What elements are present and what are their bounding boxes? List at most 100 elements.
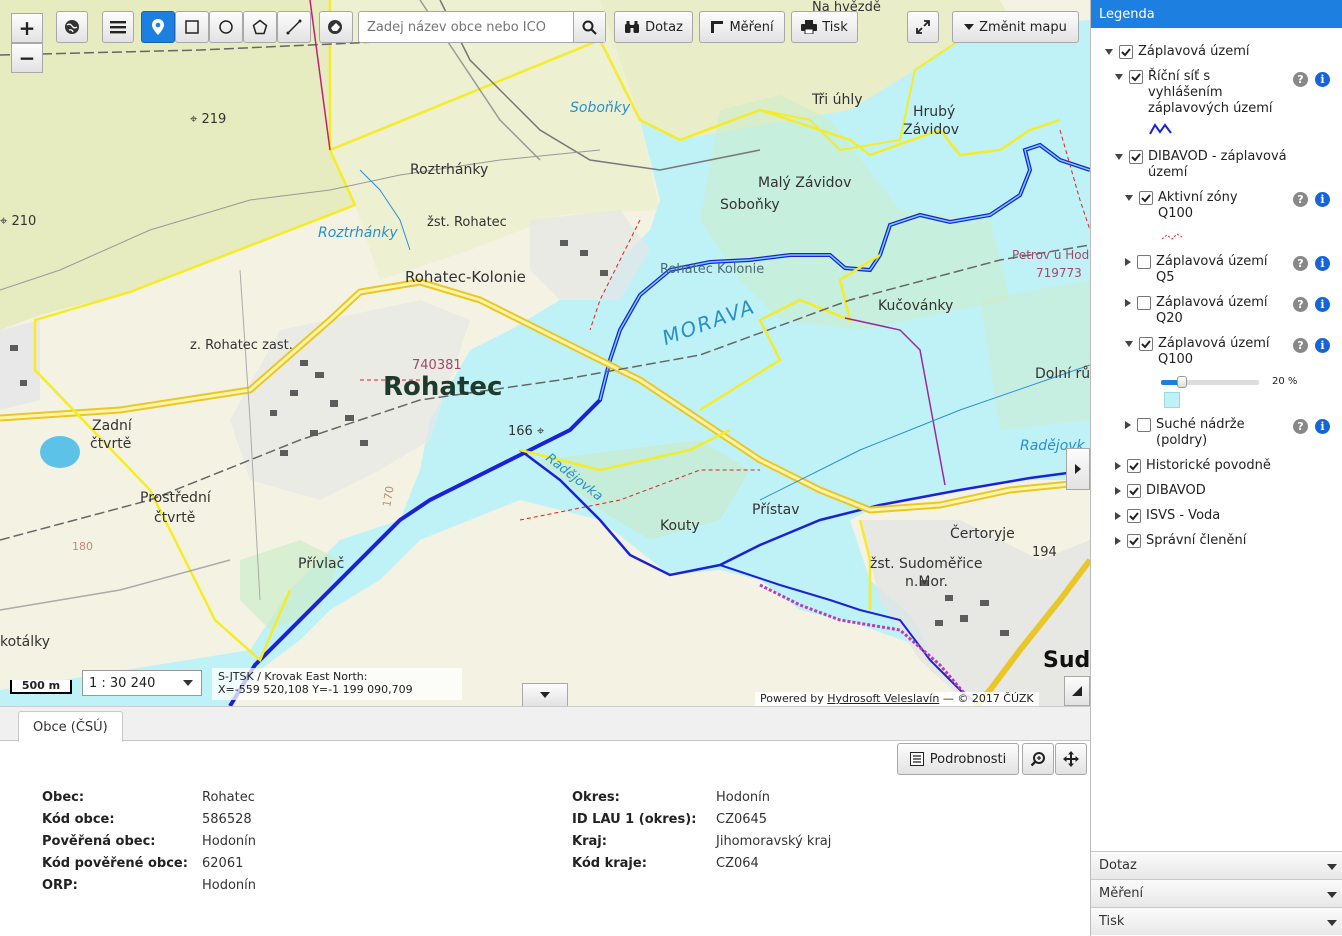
rectangle-tool-button[interactable] <box>175 11 209 43</box>
checkbox[interactable] <box>1137 296 1151 310</box>
help-icon[interactable]: ? <box>1293 297 1308 312</box>
checkbox[interactable] <box>1127 534 1141 548</box>
legend-item-ricni-sit[interactable]: Říční síť s vyhlášením záplavových území <box>1115 69 1285 117</box>
legend-toggle-button[interactable] <box>1066 448 1090 490</box>
help-icon[interactable]: ? <box>1293 72 1308 87</box>
opacity-slider-handle[interactable] <box>1177 376 1187 388</box>
polygon-tool-button[interactable] <box>243 11 277 43</box>
circle-tool-button[interactable] <box>209 11 243 43</box>
info-value: Hodonín <box>716 790 771 805</box>
accordion-label: Dotaz <box>1099 858 1137 873</box>
check-icon <box>1121 48 1131 57</box>
app: Na hvězdě ⌖ 219 ⌖ 210 Soboňky Tři úhly H… <box>0 0 1342 936</box>
caret-down-icon[interactable] <box>1115 74 1123 80</box>
caret-down-icon[interactable] <box>1105 49 1113 55</box>
info-icon[interactable]: i <box>1315 192 1330 207</box>
fullscreen-button[interactable] <box>907 11 939 43</box>
search-button[interactable] <box>573 12 605 42</box>
info-value: CZ0645 <box>716 812 768 827</box>
check-icon <box>1141 194 1151 203</box>
hydrosoft-link[interactable]: Hydrosoft Veleslavín <box>827 692 939 705</box>
tab-obce[interactable]: Obce (ČSÚ) <box>18 711 123 742</box>
help-icon[interactable]: ? <box>1293 192 1308 207</box>
legend-label: Historické povodně <box>1146 458 1271 473</box>
menu-icon <box>110 21 126 34</box>
checkbox[interactable] <box>1137 255 1151 269</box>
checkbox[interactable] <box>1127 484 1141 498</box>
caret-right-icon[interactable] <box>1115 462 1121 470</box>
globe-button[interactable] <box>56 11 88 43</box>
caret-down-icon[interactable] <box>1115 154 1123 160</box>
help-icon[interactable]: ? <box>1293 419 1308 434</box>
info-icon[interactable]: i <box>1315 297 1330 312</box>
checkbox[interactable] <box>1127 509 1141 523</box>
overview-map-button[interactable] <box>1064 676 1090 706</box>
legend-item-suche-nadrze[interactable]: Suché nádrže (poldry) <box>1125 417 1285 449</box>
caret-down-icon[interactable] <box>1125 195 1133 201</box>
expand-panel-button[interactable] <box>522 683 568 706</box>
zoom-out-button[interactable]: − <box>11 43 43 73</box>
help-icon[interactable]: ? <box>1293 338 1308 353</box>
info-icon[interactable]: i <box>1315 256 1330 271</box>
scale-select[interactable]: 1 : 30 240 <box>82 670 202 696</box>
key-text: ORP <box>42 878 73 893</box>
caret-right-icon[interactable] <box>1115 537 1121 545</box>
map-viewport[interactable]: Na hvězdě ⌖ 219 ⌖ 210 Soboňky Tři úhly H… <box>0 0 1090 706</box>
powered-prefix: Powered by <box>760 692 824 705</box>
legend-item-zu-q5[interactable]: Záplavová území Q5 <box>1125 254 1285 286</box>
pan-to-feature-button[interactable] <box>1055 743 1087 775</box>
layers-menu-button[interactable] <box>102 11 134 43</box>
line-icon <box>286 19 302 35</box>
legend-item-historicke[interactable]: Historické povodně <box>1115 458 1271 474</box>
checkbox[interactable] <box>1119 45 1133 59</box>
zoom-to-feature-button[interactable] <box>1022 743 1054 775</box>
powered-suffix: — © 2017 ČÚZK <box>942 692 1034 705</box>
legend-item-dibavod[interactable]: DIBAVOD <box>1115 483 1206 499</box>
measure-button[interactable]: Měření <box>699 11 785 43</box>
checkbox[interactable] <box>1127 459 1141 473</box>
map-canvas[interactable] <box>0 0 1090 706</box>
legend-item-isvs[interactable]: ISVS - Voda <box>1115 508 1220 524</box>
legend-item-zaplavova-uzemi[interactable]: Záplavová území <box>1105 44 1249 60</box>
legend-label: DIBAVOD - záplavová území <box>1148 149 1287 180</box>
checkbox[interactable] <box>1139 191 1153 205</box>
search-input[interactable] <box>359 13 573 41</box>
caret-right-icon[interactable] <box>1125 421 1131 429</box>
accordion-tisk[interactable]: Tisk <box>1091 907 1342 935</box>
help-icon[interactable]: ? <box>1293 256 1308 271</box>
info-icon[interactable]: i <box>1315 338 1330 353</box>
print-button[interactable]: Tisk <box>791 11 858 43</box>
legend-item-aktivni-zony[interactable]: Aktivní zóny Q100 <box>1125 190 1275 222</box>
point-tool-button[interactable] <box>141 11 175 43</box>
info-icon[interactable]: i <box>1315 72 1330 87</box>
zoom-in-button[interactable]: + <box>11 13 43 43</box>
accordion-dotaz[interactable]: Dotaz <box>1091 851 1342 879</box>
caret-down-icon[interactable] <box>1125 341 1133 347</box>
legend-item-dibavod-zu[interactable]: DIBAVOD - záplavová území <box>1115 149 1315 181</box>
legend-item-zu-q100[interactable]: Záplavová území Q100 <box>1125 336 1285 368</box>
opacity-slider[interactable] <box>1161 376 1259 388</box>
key-text: ID LAU 1 (okres) <box>572 812 692 827</box>
change-map-button[interactable]: Změnit mapu <box>952 11 1079 43</box>
caret-right-icon[interactable] <box>1125 299 1131 307</box>
erase-selection-button[interactable] <box>319 11 353 43</box>
caret-right-icon[interactable] <box>1125 258 1131 266</box>
line-tool-button[interactable] <box>277 11 311 43</box>
caret-right-icon[interactable] <box>1115 512 1121 520</box>
checkbox[interactable] <box>1129 150 1143 164</box>
checkbox[interactable] <box>1139 337 1153 351</box>
details-button[interactable]: Podrobnosti <box>897 743 1019 775</box>
checkbox[interactable] <box>1129 70 1143 84</box>
checkbox[interactable] <box>1137 418 1151 432</box>
info-icon[interactable]: i <box>1315 419 1330 434</box>
legend-item-spravni[interactable]: Správní členění <box>1115 533 1246 549</box>
info-key: Kód pověřené obce: <box>42 856 188 871</box>
chevron-down-icon <box>1327 864 1337 870</box>
legend-item-zu-q20[interactable]: Záplavová území Q20 <box>1125 295 1285 327</box>
legend-label: Záplavová území Q20 <box>1156 295 1268 326</box>
info-key: Pověřená obec: <box>42 834 156 849</box>
caret-right-icon[interactable] <box>1115 487 1121 495</box>
accordion-mereni[interactable]: Měření <box>1091 879 1342 907</box>
query-button[interactable]: Dotaz <box>614 11 693 43</box>
search-box[interactable] <box>358 11 606 43</box>
